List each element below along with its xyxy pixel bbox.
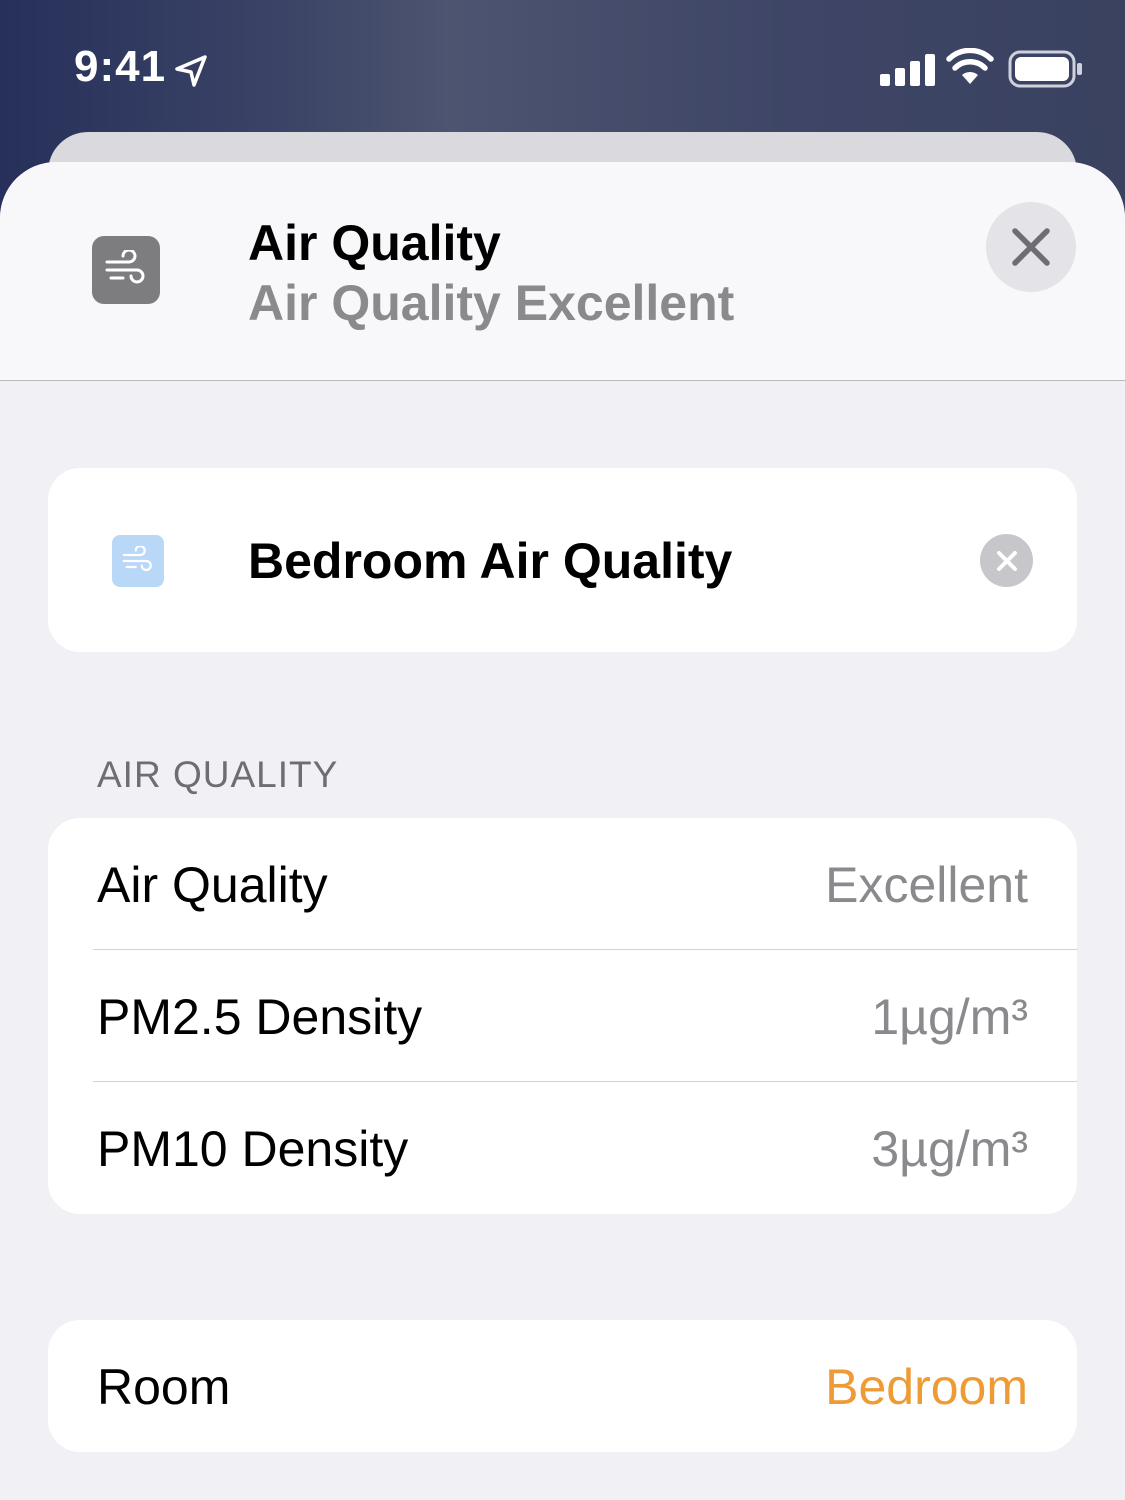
air-quality-details-card: Air Quality Excellent PM2.5 Density 1µg/…: [48, 818, 1077, 1214]
list-item: PM10 Density 3µg/m³: [48, 1082, 1077, 1214]
list-item: PM2.5 Density 1µg/m³: [48, 950, 1077, 1082]
close-icon: [1012, 228, 1050, 266]
page-subtitle: Air Quality Excellent: [248, 275, 735, 331]
clear-name-button[interactable]: [980, 534, 1033, 587]
room-label: Room: [97, 1359, 231, 1415]
row-value: 1µg/m³: [871, 989, 1028, 1045]
row-value: Excellent: [825, 857, 1028, 913]
accessory-name-card[interactable]: Bedroom Air Quality: [48, 468, 1077, 652]
close-button[interactable]: [986, 202, 1076, 292]
accessory-detail-sheet: Air Quality Air Quality Excellent Bedroo…: [0, 162, 1125, 1500]
accessory-name-field[interactable]: Bedroom Air Quality: [248, 532, 732, 590]
room-selector-row[interactable]: Room Bedroom: [48, 1320, 1077, 1452]
section-header-air-quality: AIR QUALITY: [97, 754, 339, 795]
row-label: PM10 Density: [97, 1121, 409, 1177]
page-title: Air Quality: [248, 215, 501, 271]
clear-icon: [996, 550, 1017, 571]
row-value: 3µg/m³: [871, 1121, 1028, 1177]
sheet-header: Air Quality Air Quality Excellent: [0, 162, 1125, 381]
row-label: Air Quality: [97, 857, 328, 913]
room-value[interactable]: Bedroom: [825, 1358, 1028, 1416]
wind-icon: [112, 535, 164, 587]
wifi-icon: [946, 48, 994, 84]
wind-icon: [92, 236, 160, 304]
cellular-signal-icon: [880, 54, 935, 86]
location-arrow-icon: [175, 55, 207, 87]
row-label: PM2.5 Density: [97, 989, 423, 1045]
room-row[interactable]: Room Bedroom: [48, 1320, 1077, 1452]
battery-icon: [1008, 50, 1082, 88]
status-time: 9:41: [74, 42, 167, 91]
list-item: Air Quality Excellent: [48, 818, 1077, 950]
status-bar: 9:41: [0, 0, 1125, 130]
